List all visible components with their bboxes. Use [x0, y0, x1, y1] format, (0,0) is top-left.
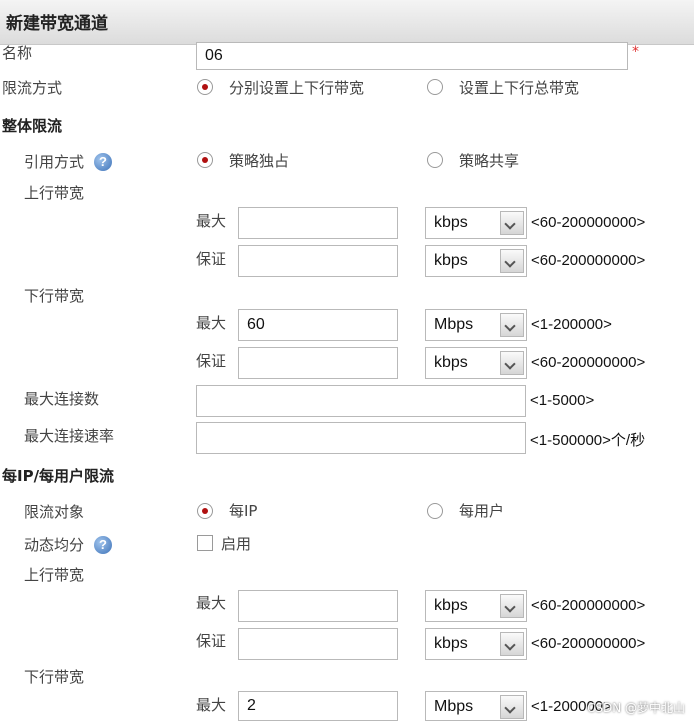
per-ip-up-max-range: <60-200000000> [531, 597, 646, 614]
overall-up-max-range: <60-200000000> [531, 214, 646, 231]
overall-up-guarantee-label: 保证 [196, 250, 227, 268]
chevron-down-icon[interactable] [500, 249, 524, 273]
required-mark: * [632, 44, 639, 60]
overall-down-max-unit-select[interactable]: Mbps [425, 309, 527, 341]
select-value: kbps [434, 354, 468, 371]
dynamic-share-checkbox-label: 启用 [221, 535, 252, 553]
select-value: Mbps [434, 316, 474, 333]
max-connections-input[interactable] [196, 385, 526, 417]
dialog-title: 新建带宽通道 [6, 14, 108, 34]
name-input[interactable] [196, 42, 628, 70]
limit-mode-label: 限流方式 [2, 79, 63, 97]
dynamic-share-checkbox[interactable] [197, 535, 213, 551]
ref-mode-shared-label: 策略共享 [459, 152, 520, 170]
limit-target-label: 限流对象 [24, 503, 85, 521]
overall-up-max-unit-select[interactable]: kbps [425, 207, 527, 239]
chevron-down-icon[interactable] [500, 594, 524, 618]
limit-mode-total-radio[interactable] [427, 79, 443, 95]
limit-mode-total-label: 设置上下行总带宽 [459, 79, 580, 97]
chevron-down-icon[interactable] [500, 211, 524, 235]
overall-down-max-range: <1-200000> [531, 316, 612, 333]
select-value: kbps [434, 214, 468, 231]
overall-up-guarantee-range: <60-200000000> [531, 252, 646, 269]
ref-mode-label: 引用方式 [24, 153, 85, 171]
watermark: CSDN @萝中北山 [587, 701, 686, 715]
per-ip-upstream-label: 上行带宽 [24, 566, 85, 584]
chevron-down-icon[interactable] [500, 632, 524, 656]
per-ip-up-guarantee-range: <60-200000000> [531, 635, 646, 652]
overall-upstream-label: 上行带宽 [24, 184, 85, 202]
max-conn-rate-input[interactable] [196, 422, 526, 454]
per-ip-up-max-label: 最大 [196, 594, 227, 612]
ref-mode-exclusive-radio[interactable] [197, 152, 213, 168]
help-icon[interactable]: ? [94, 536, 112, 554]
overall-up-guarantee-input[interactable] [238, 245, 398, 277]
max-connections-range: <1-5000> [530, 392, 595, 409]
overall-down-guarantee-range: <60-200000000> [531, 354, 646, 371]
per-ip-up-guarantee-unit-select[interactable]: kbps [425, 628, 527, 660]
overall-down-max-input[interactable] [238, 309, 398, 341]
overall-downstream-label: 下行带宽 [24, 287, 85, 305]
overall-up-max-label: 最大 [196, 212, 227, 230]
overall-down-guarantee-label: 保证 [196, 352, 227, 370]
overall-up-max-input[interactable] [238, 207, 398, 239]
per-ip-section-title: 每IP/每用户限流 [2, 467, 115, 485]
help-icon[interactable]: ? [94, 153, 112, 171]
per-ip-down-max-unit-select[interactable]: Mbps [425, 691, 527, 721]
ref-mode-exclusive-label: 策略独占 [229, 152, 290, 170]
select-value: kbps [434, 635, 468, 652]
per-ip-up-max-unit-select[interactable]: kbps [425, 590, 527, 622]
select-value: kbps [434, 597, 468, 614]
limit-mode-separate-label: 分别设置上下行带宽 [229, 79, 365, 97]
overall-down-guarantee-unit-select[interactable]: kbps [425, 347, 527, 379]
overall-down-guarantee-input[interactable] [238, 347, 398, 379]
limit-target-user-radio[interactable] [427, 503, 443, 519]
ref-mode-shared-radio[interactable] [427, 152, 443, 168]
chevron-down-icon[interactable] [500, 313, 524, 337]
per-ip-up-guarantee-label: 保证 [196, 632, 227, 650]
limit-target-ip-radio[interactable] [197, 503, 213, 519]
per-ip-down-max-label: 最大 [196, 696, 227, 714]
overall-section-title: 整体限流 [2, 117, 63, 135]
chevron-down-icon[interactable] [500, 351, 524, 375]
per-ip-up-max-input[interactable] [238, 590, 398, 622]
per-ip-up-guarantee-input[interactable] [238, 628, 398, 660]
name-label: 名称 [2, 44, 33, 62]
per-ip-down-max-input[interactable] [238, 691, 398, 721]
select-value: Mbps [434, 698, 474, 715]
select-value: kbps [434, 252, 468, 269]
limit-target-ip-label: 每IP [229, 502, 258, 520]
dynamic-share-label: 动态均分 [24, 536, 85, 554]
overall-up-guarantee-unit-select[interactable]: kbps [425, 245, 527, 277]
chevron-down-icon[interactable] [500, 695, 524, 719]
per-ip-downstream-label: 下行带宽 [24, 668, 85, 686]
limit-mode-separate-radio[interactable] [197, 79, 213, 95]
limit-target-user-label: 每用户 [459, 502, 505, 520]
max-connections-label: 最大连接数 [24, 390, 100, 408]
overall-down-max-label: 最大 [196, 314, 227, 332]
max-conn-rate-label: 最大连接速率 [24, 427, 115, 445]
max-conn-rate-range: <1-500000>个/秒 [530, 432, 646, 449]
